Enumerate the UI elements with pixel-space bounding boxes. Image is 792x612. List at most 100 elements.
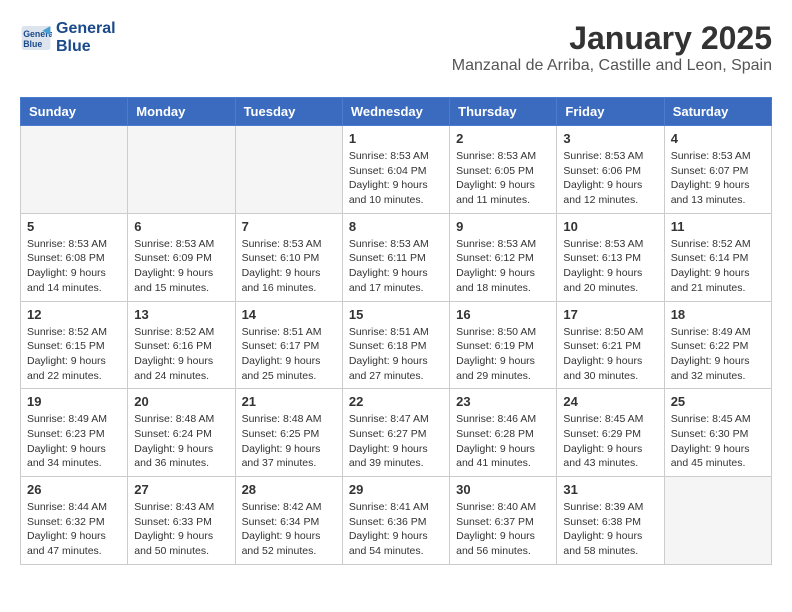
day-info: Sunrise: 8:44 AM Sunset: 6:32 PM Dayligh…	[27, 500, 121, 559]
day-info: Sunrise: 8:53 AM Sunset: 6:06 PM Dayligh…	[563, 149, 657, 208]
day-info: Sunrise: 8:51 AM Sunset: 6:17 PM Dayligh…	[242, 325, 336, 384]
month-title: January 2025	[452, 20, 772, 57]
calendar-day-cell: 16 Sunrise: 8:50 AM Sunset: 6:19 PM Dayli…	[450, 301, 557, 389]
calendar-day-cell: 8 Sunrise: 8:53 AM Sunset: 6:11 PM Daylig…	[342, 213, 449, 301]
logo-line1: General	[56, 20, 116, 38]
day-info: Sunrise: 8:48 AM Sunset: 6:25 PM Dayligh…	[242, 412, 336, 471]
column-header-sunday: Sunday	[21, 98, 128, 126]
calendar-day-cell: 1Sunrise: 8:53 AM Sunset: 6:04 PM Daylig…	[342, 126, 449, 214]
calendar-day-cell	[664, 477, 771, 565]
calendar-day-cell: 23Sunrise: 8:46 AM Sunset: 6:28 PM Dayli…	[450, 389, 557, 477]
calendar-day-cell: 22 Sunrise: 8:47 AM Sunset: 6:27 PM Dayli…	[342, 389, 449, 477]
day-number: 7	[242, 219, 336, 234]
day-info: Sunrise: 8:53 AM Sunset: 6:09 PM Dayligh…	[134, 237, 228, 296]
calendar-day-cell: 17 Sunrise: 8:50 AM Sunset: 6:21 PM Dayli…	[557, 301, 664, 389]
day-number: 28	[242, 482, 336, 497]
calendar-day-cell: 31 Sunrise: 8:39 AM Sunset: 6:38 PM Dayli…	[557, 477, 664, 565]
day-number: 2	[456, 131, 550, 146]
calendar-day-cell: 10 Sunrise: 8:53 AM Sunset: 6:13 PM Dayli…	[557, 213, 664, 301]
day-number: 6	[134, 219, 228, 234]
day-info: Sunrise: 8:53 AM Sunset: 6:12 PM Dayligh…	[456, 237, 550, 296]
day-info: Sunrise: 8:47 AM Sunset: 6:27 PM Dayligh…	[349, 412, 443, 471]
column-header-thursday: Thursday	[450, 98, 557, 126]
column-header-friday: Friday	[557, 98, 664, 126]
calendar-day-cell: 29 Sunrise: 8:41 AM Sunset: 6:36 PM Dayli…	[342, 477, 449, 565]
calendar-week-row: 19Sunrise: 8:49 AM Sunset: 6:23 PM Dayli…	[21, 389, 772, 477]
title-section: January 2025 Manzanal de Arriba, Castill…	[452, 20, 772, 85]
day-number: 17	[563, 307, 657, 322]
column-header-saturday: Saturday	[664, 98, 771, 126]
day-number: 10	[563, 219, 657, 234]
calendar-day-cell: 28 Sunrise: 8:42 AM Sunset: 6:34 PM Dayli…	[235, 477, 342, 565]
day-number: 20	[134, 394, 228, 409]
day-number: 30	[456, 482, 550, 497]
calendar-week-row: 26Sunrise: 8:44 AM Sunset: 6:32 PM Dayli…	[21, 477, 772, 565]
calendar-day-cell: 20 Sunrise: 8:48 AM Sunset: 6:24 PM Dayli…	[128, 389, 235, 477]
day-number: 18	[671, 307, 765, 322]
page-header: General Blue General Blue January 2025 M…	[20, 20, 772, 89]
day-info: Sunrise: 8:50 AM Sunset: 6:19 PM Dayligh…	[456, 325, 550, 384]
day-info: Sunrise: 8:53 AM Sunset: 6:13 PM Dayligh…	[563, 237, 657, 296]
calendar-day-cell	[235, 126, 342, 214]
day-info: Sunrise: 8:40 AM Sunset: 6:37 PM Dayligh…	[456, 500, 550, 559]
day-number: 15	[349, 307, 443, 322]
day-number: 29	[349, 482, 443, 497]
day-number: 5	[27, 219, 121, 234]
day-info: Sunrise: 8:51 AM Sunset: 6:18 PM Dayligh…	[349, 325, 443, 384]
day-number: 14	[242, 307, 336, 322]
day-info: Sunrise: 8:53 AM Sunset: 6:07 PM Dayligh…	[671, 149, 765, 208]
day-info: Sunrise: 8:46 AM Sunset: 6:28 PM Dayligh…	[456, 412, 550, 471]
day-number: 1	[349, 131, 443, 146]
day-number: 31	[563, 482, 657, 497]
calendar-day-cell	[21, 126, 128, 214]
day-number: 27	[134, 482, 228, 497]
day-number: 12	[27, 307, 121, 322]
day-number: 4	[671, 131, 765, 146]
calendar-table: SundayMondayTuesdayWednesdayThursdayFrid…	[20, 97, 772, 565]
day-number: 11	[671, 219, 765, 234]
calendar-day-cell: 7Sunrise: 8:53 AM Sunset: 6:10 PM Daylig…	[235, 213, 342, 301]
calendar-day-cell: 15 Sunrise: 8:51 AM Sunset: 6:18 PM Dayli…	[342, 301, 449, 389]
calendar-day-cell: 18Sunrise: 8:49 AM Sunset: 6:22 PM Dayli…	[664, 301, 771, 389]
day-info: Sunrise: 8:52 AM Sunset: 6:15 PM Dayligh…	[27, 325, 121, 384]
calendar-day-cell: 3Sunrise: 8:53 AM Sunset: 6:06 PM Daylig…	[557, 126, 664, 214]
day-number: 22	[349, 394, 443, 409]
calendar-day-cell: 26Sunrise: 8:44 AM Sunset: 6:32 PM Dayli…	[21, 477, 128, 565]
day-info: Sunrise: 8:45 AM Sunset: 6:29 PM Dayligh…	[563, 412, 657, 471]
calendar-day-cell: 5 Sunrise: 8:53 AM Sunset: 6:08 PM Daylig…	[21, 213, 128, 301]
calendar-day-cell	[128, 126, 235, 214]
svg-text:Blue: Blue	[23, 38, 42, 48]
calendar-day-cell: 9Sunrise: 8:53 AM Sunset: 6:12 PM Daylig…	[450, 213, 557, 301]
logo-line2: Blue	[56, 38, 116, 56]
calendar-day-cell: 21Sunrise: 8:48 AM Sunset: 6:25 PM Dayli…	[235, 389, 342, 477]
calendar-day-cell: 6 Sunrise: 8:53 AM Sunset: 6:09 PM Daylig…	[128, 213, 235, 301]
calendar-header-row: SundayMondayTuesdayWednesdayThursdayFrid…	[21, 98, 772, 126]
calendar-day-cell: 2 Sunrise: 8:53 AM Sunset: 6:05 PM Daylig…	[450, 126, 557, 214]
column-header-tuesday: Tuesday	[235, 98, 342, 126]
calendar-week-row: 5 Sunrise: 8:53 AM Sunset: 6:08 PM Daylig…	[21, 213, 772, 301]
day-info: Sunrise: 8:42 AM Sunset: 6:34 PM Dayligh…	[242, 500, 336, 559]
day-info: Sunrise: 8:53 AM Sunset: 6:05 PM Dayligh…	[456, 149, 550, 208]
calendar-day-cell: 11Sunrise: 8:52 AM Sunset: 6:14 PM Dayli…	[664, 213, 771, 301]
calendar-day-cell: 13Sunrise: 8:52 AM Sunset: 6:16 PM Dayli…	[128, 301, 235, 389]
day-number: 19	[27, 394, 121, 409]
day-info: Sunrise: 8:39 AM Sunset: 6:38 PM Dayligh…	[563, 500, 657, 559]
day-info: Sunrise: 8:45 AM Sunset: 6:30 PM Dayligh…	[671, 412, 765, 471]
day-info: Sunrise: 8:50 AM Sunset: 6:21 PM Dayligh…	[563, 325, 657, 384]
calendar-day-cell: 30 Sunrise: 8:40 AM Sunset: 6:37 PM Dayli…	[450, 477, 557, 565]
logo-icon: General Blue	[20, 24, 52, 52]
day-number: 8	[349, 219, 443, 234]
column-header-monday: Monday	[128, 98, 235, 126]
day-info: Sunrise: 8:53 AM Sunset: 6:11 PM Dayligh…	[349, 237, 443, 296]
day-info: Sunrise: 8:41 AM Sunset: 6:36 PM Dayligh…	[349, 500, 443, 559]
calendar-day-cell: 12 Sunrise: 8:52 AM Sunset: 6:15 PM Dayli…	[21, 301, 128, 389]
day-number: 24	[563, 394, 657, 409]
calendar-day-cell: 19Sunrise: 8:49 AM Sunset: 6:23 PM Dayli…	[21, 389, 128, 477]
day-info: Sunrise: 8:53 AM Sunset: 6:08 PM Dayligh…	[27, 237, 121, 296]
day-number: 25	[671, 394, 765, 409]
day-number: 16	[456, 307, 550, 322]
day-number: 13	[134, 307, 228, 322]
calendar-day-cell: 24 Sunrise: 8:45 AM Sunset: 6:29 PM Dayli…	[557, 389, 664, 477]
calendar-day-cell: 25 Sunrise: 8:45 AM Sunset: 6:30 PM Dayli…	[664, 389, 771, 477]
day-info: Sunrise: 8:48 AM Sunset: 6:24 PM Dayligh…	[134, 412, 228, 471]
